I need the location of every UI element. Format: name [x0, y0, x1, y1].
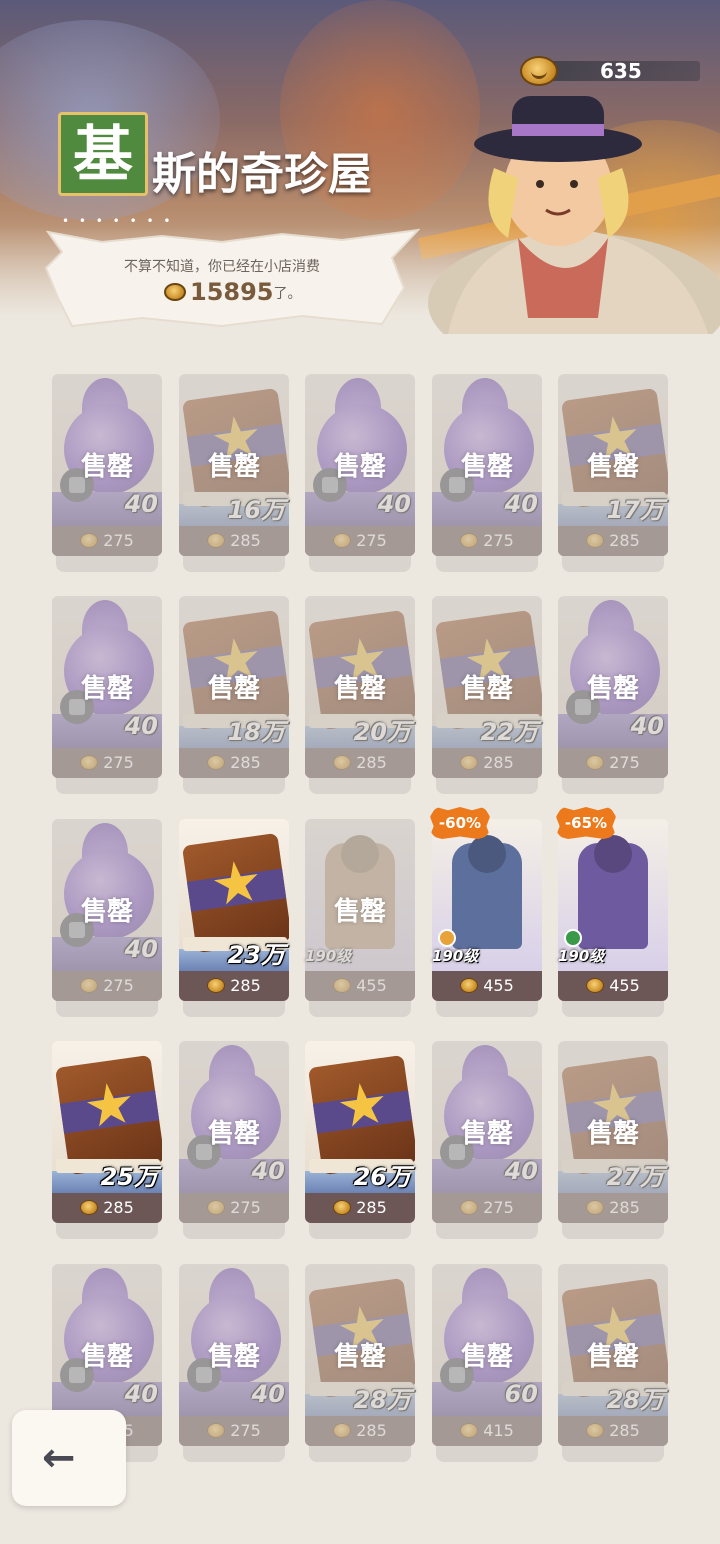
- gold-coin-icon: [460, 978, 479, 993]
- title-dots: • • • • • • •: [62, 214, 174, 228]
- item-quantity: 25万: [100, 1163, 158, 1191]
- shop-item-card: 16万 285 售罄: [179, 374, 289, 572]
- sold-out-label: 售罄: [207, 1342, 260, 1372]
- sold-out-label: 售罄: [207, 452, 260, 482]
- back-arrow-icon: ←: [42, 1435, 76, 1481]
- shop-item-card: 40 275 售罄: [305, 374, 415, 572]
- shop-item-card: 40 275 售罄: [179, 1264, 289, 1462]
- back-button[interactable]: ←: [12, 1410, 126, 1506]
- sold-out-label: 售罄: [586, 452, 639, 482]
- shop-item-card: 40 275 售罄: [52, 374, 162, 572]
- shop-item-card: 22万 285 售罄: [432, 596, 542, 794]
- discount-badge: -65%: [556, 807, 616, 839]
- shop-item-card: 18万 285 售罄: [179, 596, 289, 794]
- shop-item-card: 27万 285 售罄: [558, 1041, 668, 1239]
- shop-item-card: 40 275 售罄: [432, 1041, 542, 1239]
- sold-out-label: 售罄: [586, 1119, 639, 1149]
- shop-header: 635 基 斯的奇珍屋 • • • • • • • 不算不知道，你已经在小店消费…: [0, 0, 720, 345]
- sold-out-label: 售罄: [80, 452, 133, 482]
- shop-item-card: 40 275 售罄: [558, 596, 668, 794]
- sold-out-label: 售罄: [80, 1342, 133, 1372]
- shop-item-card: 190级 455 售罄: [305, 819, 415, 1017]
- hero-class-icon: [438, 929, 456, 947]
- shop-item-card: 28万 285 售罄: [305, 1264, 415, 1462]
- shop-item-card[interactable]: 190级 455 -65%: [556, 807, 668, 1017]
- shop-item-card: 40 275 售罄: [432, 374, 542, 572]
- sold-out-label: 售罄: [207, 674, 260, 704]
- sold-out-label: 售罄: [460, 1342, 513, 1372]
- sold-out-label: 售罄: [333, 897, 386, 927]
- shop-item-card: 40 275 售罄: [52, 596, 162, 794]
- sold-out-label: 售罄: [333, 1342, 386, 1372]
- shop-item-card[interactable]: 26万 285: [305, 1041, 415, 1239]
- hero-level: 190级: [432, 947, 479, 965]
- speech-bubble: 不算不知道，你已经在小店消费 15895了。: [42, 228, 420, 332]
- shop-item-card[interactable]: 190级 455 -60%: [430, 807, 542, 1017]
- sold-out-label: 售罄: [586, 1342, 639, 1372]
- currency-display: 635: [520, 56, 704, 86]
- item-quantity: 26万: [353, 1163, 411, 1191]
- sold-out-label: 售罄: [80, 897, 133, 927]
- shop-item-card: 20万 285 售罄: [305, 596, 415, 794]
- currency-amount: 635: [600, 59, 642, 83]
- item-price: 285: [52, 1193, 162, 1223]
- gold-coin-icon: [164, 283, 186, 301]
- merchant-character: [408, 88, 720, 345]
- item-price: 455: [432, 971, 542, 1001]
- item-price: 455: [558, 971, 668, 1001]
- item-price: 285: [305, 1193, 415, 1223]
- sold-out-label: 售罄: [333, 674, 386, 704]
- item-price: 285: [179, 971, 289, 1001]
- sold-out-label: 售罄: [333, 452, 386, 482]
- shop-item-card: 17万 285 售罄: [558, 374, 668, 572]
- sold-out-label: 售罄: [460, 452, 513, 482]
- sold-out-label: 售罄: [460, 674, 513, 704]
- title-text: 斯的奇珍屋: [152, 149, 372, 200]
- gold-coin-icon: [80, 1200, 99, 1215]
- discount-badge: -60%: [430, 807, 490, 839]
- shop-item-card: 60 415 售罄: [432, 1264, 542, 1462]
- shop-item-card: 40 275 售罄: [52, 819, 162, 1017]
- hero-level: 190级: [558, 947, 605, 965]
- spent-total: 15895了。: [164, 278, 302, 306]
- sold-out-label: 售罄: [80, 674, 133, 704]
- gold-coin-icon: [207, 978, 226, 993]
- sold-out-label: 售罄: [586, 674, 639, 704]
- shop-item-card[interactable]: 23万 285: [179, 819, 289, 1017]
- gold-coin-icon: [520, 56, 558, 86]
- gold-coin-icon: [333, 1200, 352, 1215]
- title-first-char: 基: [58, 112, 148, 196]
- item-quantity: 23万: [227, 941, 285, 969]
- hero-class-icon: [564, 929, 582, 947]
- shop-item-card[interactable]: 25万 285: [52, 1041, 162, 1239]
- shop-item-card: 40 275 售罄: [179, 1041, 289, 1239]
- sold-out-label: 售罄: [207, 1119, 260, 1149]
- shop-item-card: 28万 285 售罄: [558, 1264, 668, 1462]
- gold-coin-icon: [586, 978, 605, 993]
- sold-out-label: 售罄: [460, 1119, 513, 1149]
- speech-text: 不算不知道，你已经在小店消费: [124, 259, 320, 275]
